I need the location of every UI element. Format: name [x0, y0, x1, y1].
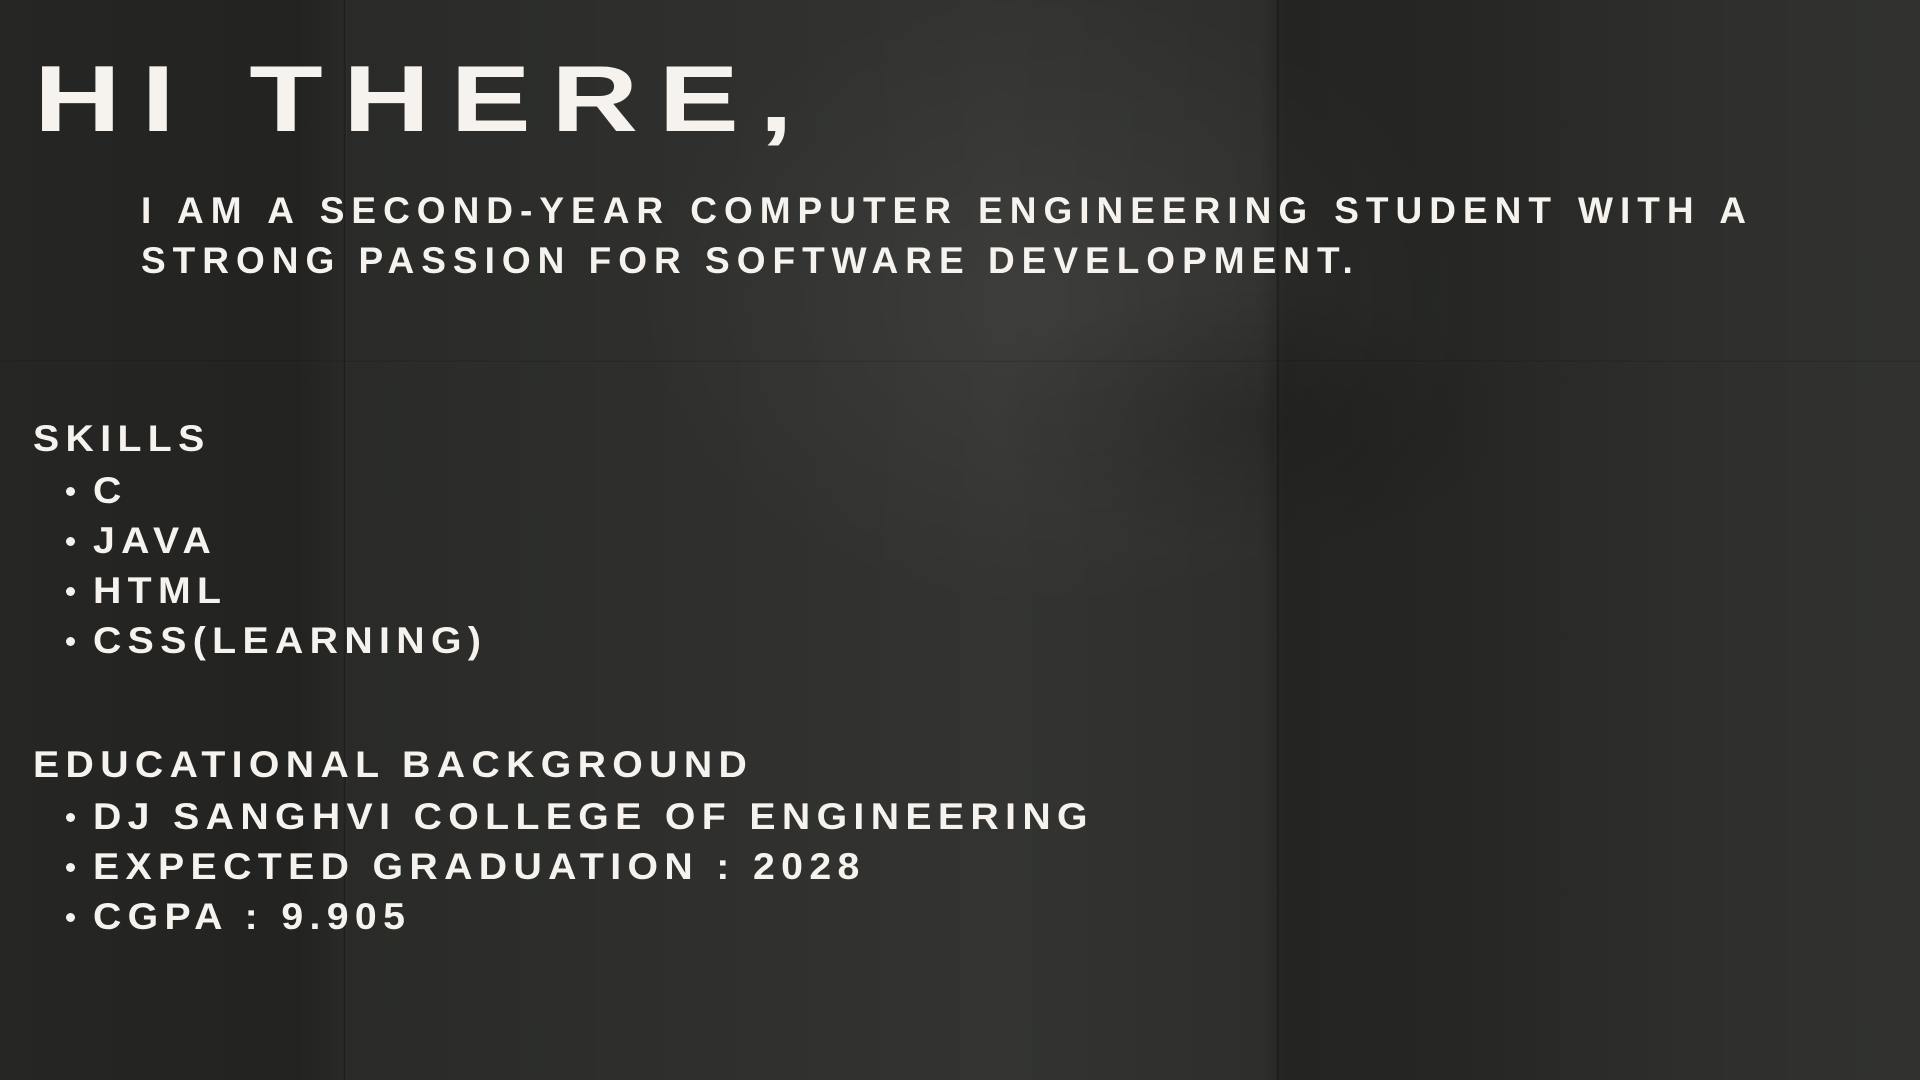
skills-list: C JAVA HTML CSS(LEARNING) [66, 466, 481, 666]
profile-slide: HI THERE, I AM A SECOND-YEAR COMPUTER EN… [0, 0, 1920, 1080]
bullet-dot-icon [66, 536, 75, 546]
education-label: EXPECTED GRADUATION : 2028 [93, 846, 866, 887]
skill-item: C [66, 466, 465, 516]
education-label: CGPA : 9.905 [93, 896, 412, 937]
skill-item: HTML [66, 566, 465, 616]
education-heading: EDUCATIONAL BACKGROUND [33, 744, 754, 785]
education-item: EXPECTED GRADUATION : 2028 [66, 842, 1037, 892]
skill-label: CSS(LEARNING) [93, 620, 488, 661]
education-list: DJ SANGHVI COLLEGE OF ENGINEERING EXPECT… [66, 792, 1088, 942]
bullet-dot-icon [66, 912, 75, 922]
education-label: DJ SANGHVI COLLEGE OF ENGINEERING [93, 796, 1094, 837]
skill-label: JAVA [93, 520, 218, 561]
bullet-dot-icon [66, 812, 75, 822]
skill-item: JAVA [66, 516, 465, 566]
intro-paragraph: I AM A SECOND-YEAR COMPUTER ENGINEERING … [141, 190, 1753, 281]
bullet-dot-icon [66, 586, 75, 596]
greeting-title: HI THERE, [34, 46, 814, 151]
skill-label: C [93, 470, 128, 511]
skill-label: HTML [93, 570, 228, 611]
skill-item: CSS(LEARNING) [66, 616, 481, 666]
education-item: CGPA : 9.905 [66, 892, 1037, 942]
skills-heading: SKILLS [33, 418, 211, 459]
bullet-dot-icon [66, 636, 75, 646]
education-item: DJ SANGHVI COLLEGE OF ENGINEERING [66, 792, 1088, 842]
bullet-dot-icon [66, 862, 75, 872]
bullet-dot-icon [66, 486, 75, 496]
